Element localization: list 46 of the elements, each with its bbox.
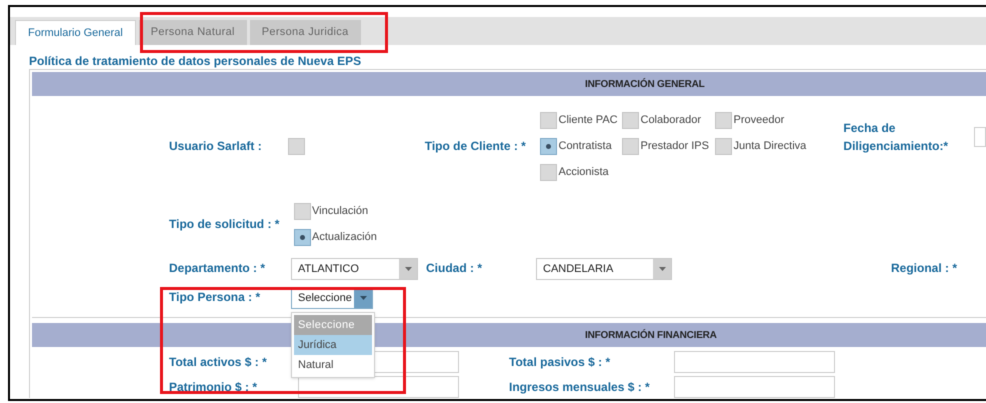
- radio-button[interactable]: [714, 138, 732, 154]
- field-label: Usuario Sarlaft :: [169, 138, 263, 154]
- option-label: Junta Directiva: [734, 140, 806, 152]
- caret-icon: [653, 258, 671, 278]
- option-label: Contratista: [558, 140, 612, 152]
- radio-button[interactable]: [622, 112, 638, 128]
- option-label: Accionista: [558, 166, 609, 178]
- option-label: Prestador IPS: [640, 140, 709, 152]
- field-label: Total activos $ : *: [169, 354, 268, 370]
- radio-button[interactable]: [622, 138, 638, 154]
- input-field[interactable]: [674, 376, 835, 398]
- field-label: Patrimonio $ : *: [169, 380, 258, 394]
- field-label: Tipo de Cliente : *: [424, 138, 527, 154]
- option-label: Vinculación: [312, 204, 368, 218]
- dropdown-option[interactable]: Natural: [294, 354, 372, 374]
- field-label: Fecha de Diligenciamiento:*: [843, 120, 950, 155]
- tab[interactable]: Persona Natural: [138, 20, 247, 45]
- dropdown-field[interactable]: CANDELARIA: [536, 258, 672, 280]
- radio-button[interactable]: [540, 138, 556, 154]
- field-label: Ciudad : *: [426, 261, 483, 276]
- option-label: Cliente PAC: [558, 114, 618, 126]
- input-field[interactable]: [674, 351, 835, 373]
- radio-button[interactable]: [294, 228, 311, 246]
- field-label: Ingresos mensuales $ : *: [509, 380, 651, 394]
- field-label: Regional : *: [891, 261, 958, 276]
- option-label: Actualización: [312, 230, 377, 244]
- radio-button[interactable]: [294, 202, 311, 220]
- dropdown-field[interactable]: ATLANTICO: [291, 258, 418, 280]
- radio-button[interactable]: [540, 112, 556, 128]
- radio-button[interactable]: [540, 164, 556, 180]
- field-label: Total pasivos $ : *: [509, 354, 612, 370]
- section-title: INFORMACIÓN GENERAL: [585, 77, 705, 92]
- radio-button[interactable]: [714, 112, 732, 128]
- caret-icon: [399, 258, 417, 278]
- checkbox[interactable]: [288, 138, 305, 154]
- option-label: Colaborador: [640, 114, 702, 126]
- tab[interactable]: Formulario General: [15, 20, 136, 45]
- option-label: Proveedor: [734, 114, 784, 126]
- date-field[interactable]: [974, 127, 986, 147]
- section-title: INFORMACIÓN FINANCIERA: [585, 328, 717, 342]
- field-label: Tipo Persona : *: [169, 290, 262, 305]
- field-label: Tipo de solicitud : *: [169, 216, 280, 232]
- policy-title: Política de tratamiento de datos personales de Nueva EPS: [28, 53, 362, 69]
- tab[interactable]: Persona Juridica: [250, 20, 360, 45]
- dropdown-option[interactable]: Jurídica: [294, 334, 372, 354]
- field-label: Departamento : *: [169, 261, 266, 276]
